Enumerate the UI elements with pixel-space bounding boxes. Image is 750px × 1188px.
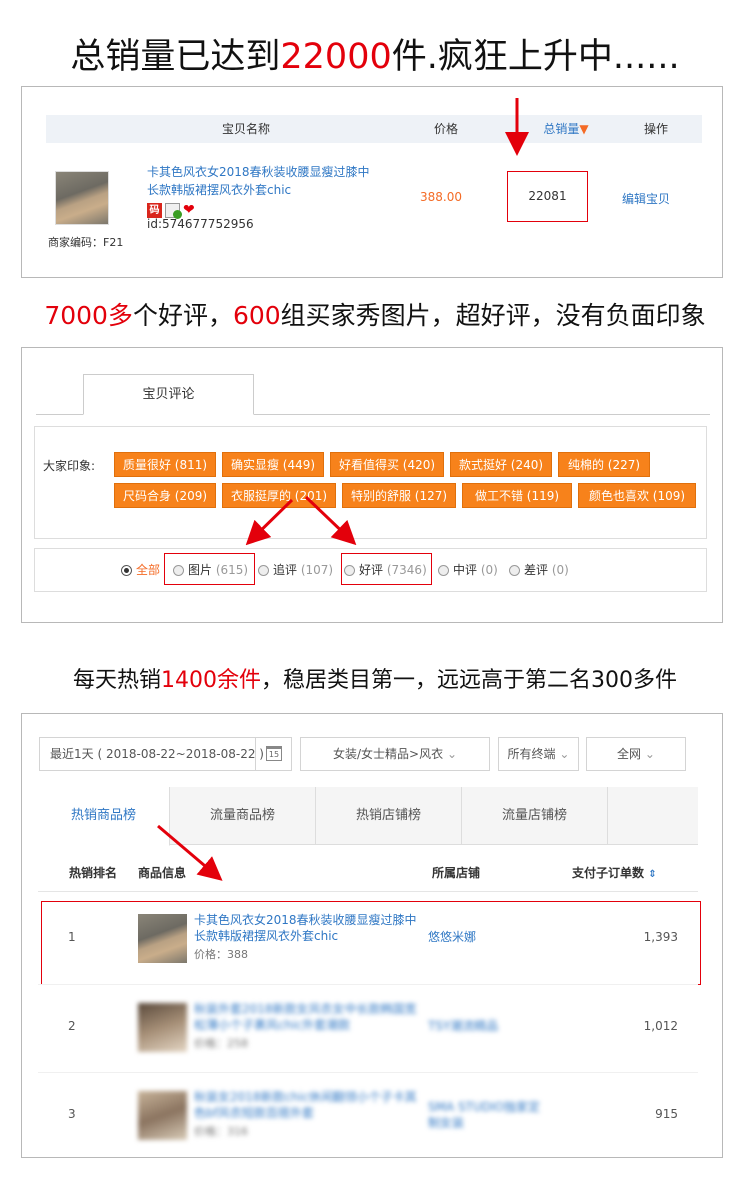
impression-tag[interactable]: 确实显瘦 (449) [222, 452, 324, 477]
column-sales-sort[interactable]: 总销量▼ [526, 115, 606, 143]
radio-icon [509, 565, 520, 576]
product-price: 价格：258 [194, 1037, 248, 1050]
impression-tag[interactable]: 衣服挺厚的 (201) [222, 483, 336, 508]
headline-text: 个好评， [132, 301, 233, 330]
category-select[interactable]: 女装/女士精品>风衣 ⌄ [300, 737, 490, 771]
headline-text: ，稳居类目第一，远远高于第二名300多件 [261, 668, 677, 693]
product-title-link[interactable]: 秋装外套2018新款女风衣女中长款韩国宽松薄小个子裹风chic外套潮款 [194, 1001, 424, 1033]
radio-checked-icon [121, 565, 132, 576]
filter-neutral[interactable]: 中评 (0) [438, 549, 498, 591]
rank-value: 2 [68, 1019, 76, 1033]
impression-tag[interactable]: 质量很好 (811) [114, 452, 216, 477]
tab-hot-products[interactable]: 热销商品榜 [38, 787, 170, 846]
column-name: 宝贝名称 [221, 122, 270, 136]
impression-tag[interactable]: 特别的舒服 (127) [342, 483, 456, 508]
product-title-link[interactable]: 卡其色风衣女2018春秋装收腰显瘦过膝中长款韩版裙摆风衣外套chic [147, 163, 379, 199]
impression-tag[interactable]: 纯棉的 (227) [558, 452, 650, 477]
headline-number: 600 [232, 301, 281, 330]
radio-icon [438, 565, 449, 576]
positive-highlight-box [341, 553, 432, 585]
product-price: 388.00 [420, 190, 462, 204]
orders-value: 1,012 [643, 1019, 678, 1033]
shop-link[interactable]: SMA STUDIO独家定制女装 [428, 1099, 548, 1131]
table-header: 宝贝名称 价格 总销量▼ 操作 [46, 115, 702, 143]
headline-text: 件.疯狂上升中...... [391, 37, 680, 77]
orders-value: 915 [655, 1107, 678, 1121]
headline-text: 组买家秀图片，超好评，没有负面印象 [280, 301, 706, 330]
impressions-label: 大家印象: [43, 459, 96, 473]
impression-tag[interactable]: 尺码合身 (209) [114, 483, 216, 508]
row-highlight-box [41, 901, 701, 985]
columns-header: 热销排名 商品信息 所属店铺 支付子订单数 ⇕ [38, 858, 698, 892]
headline-text: 每天热销 [72, 668, 161, 693]
filter-negative[interactable]: 差评 (0) [509, 549, 569, 591]
chevron-down-icon: ⌄ [559, 747, 570, 761]
product-badges: 码 ❤ [147, 200, 201, 219]
headline-text: 总销量已达到 [70, 37, 281, 77]
column-shop: 所属店铺 [432, 866, 481, 880]
column-info: 商品信息 [138, 866, 187, 880]
network-select[interactable]: 全网 ⌄ [586, 737, 686, 771]
column-action: 操作 [643, 122, 668, 136]
sales-table-panel: 宝贝名称 价格 总销量▼ 操作 商家编码：F21 卡其色风衣女2018春秋装收腰… [21, 86, 723, 278]
tab-hot-shops[interactable]: 热销店铺榜 [316, 787, 462, 845]
product-id: id:574677752956 [147, 217, 254, 231]
tab-traffic-shops[interactable]: 流量店铺榜 [462, 787, 608, 845]
calendar-icon: 15 [255, 738, 291, 770]
document-check-icon [165, 203, 182, 219]
product-price: 价格：316 [194, 1125, 248, 1138]
column-orders-sort[interactable]: 支付子订单数 ⇕ [572, 864, 657, 881]
terminal-select[interactable]: 所有终端 ⌄ [498, 737, 579, 771]
impression-tag[interactable]: 颜色也喜欢 (109) [578, 483, 696, 508]
rank-value: 3 [68, 1107, 76, 1121]
sort-icon: ⇕ [648, 869, 657, 880]
column-price: 价格 [433, 122, 458, 136]
headline-total-sales: 总销量已达到22000件.疯狂上升中...... [0, 28, 750, 79]
merchant-code: 商家编码：F21 [48, 236, 124, 249]
total-sales-value: 22081 [528, 189, 567, 203]
product-thumbnail[interactable] [138, 1003, 187, 1052]
headline-number: 22000 [280, 37, 392, 77]
radio-icon [258, 565, 269, 576]
product-thumbnail[interactable] [138, 1091, 187, 1140]
impression-tag[interactable]: 做工不错 (119) [462, 483, 572, 508]
filter-followup[interactable]: 追评 (107) [258, 549, 333, 591]
tab-traffic-products[interactable]: 流量商品榜 [170, 787, 316, 845]
sort-down-icon: ▼ [579, 122, 589, 136]
column-rank: 热销排名 [69, 866, 118, 880]
chevron-down-icon: ⌄ [644, 747, 655, 761]
table-row[interactable]: 3 秋装女2018新款chic休闲翻领小个子卡其色bf风衣短款百搭外套 价格：3… [38, 1072, 698, 1160]
headline-number: 1400余件 [161, 668, 261, 693]
table-row[interactable]: 2 秋装外套2018新款女风衣女中长款韩国宽松薄小个子裹风chic外套潮款 价格… [38, 984, 698, 1072]
date-range-select[interactable]: 最近1天 ( 2018-08-22~2018-08-22 ) 15 [39, 737, 292, 771]
impression-tag[interactable]: 款式挺好 (240) [450, 452, 552, 477]
chevron-down-icon: ⌄ [446, 747, 457, 761]
reviews-panel: 宝贝评论 大家印象: 质量很好 (811) 确实显瘦 (449) 好看值得买 (… [21, 347, 723, 623]
shop-link[interactable]: TSY潮流精品 [428, 1017, 498, 1034]
code-badge: 码 [147, 203, 162, 218]
product-title-link[interactable]: 秋装女2018新款chic休闲翻领小个子卡其色bf风衣短款百搭外套 [194, 1089, 424, 1121]
ranking-tabs: 热销商品榜 流量商品榜 热销店铺榜 流量店铺榜 [38, 787, 698, 846]
tab-reviews[interactable]: 宝贝评论 [83, 374, 254, 415]
edit-product-link[interactable]: 编辑宝贝 [622, 190, 670, 207]
filter-all[interactable]: 全部 [121, 549, 160, 591]
pictures-highlight-box [164, 553, 255, 585]
headline-daily-sales: 每天热销1400余件，稳居类目第一，远远高于第二名300多件 [0, 662, 750, 694]
ranking-panel: 最近1天 ( 2018-08-22~2018-08-22 ) 15 女装/女士精… [21, 713, 723, 1158]
impression-tag[interactable]: 好看值得买 (420) [330, 452, 444, 477]
impressions-box: 大家印象: 质量很好 (811) 确实显瘦 (449) 好看值得买 (420) … [34, 426, 707, 539]
headline-reviews: 7000多个好评，600组买家秀图片，超好评，没有负面印象 [0, 296, 750, 332]
headline-number: 7000多 [44, 301, 133, 330]
heart-badge-icon: ❤ [183, 202, 195, 218]
product-thumbnail[interactable] [55, 171, 109, 225]
